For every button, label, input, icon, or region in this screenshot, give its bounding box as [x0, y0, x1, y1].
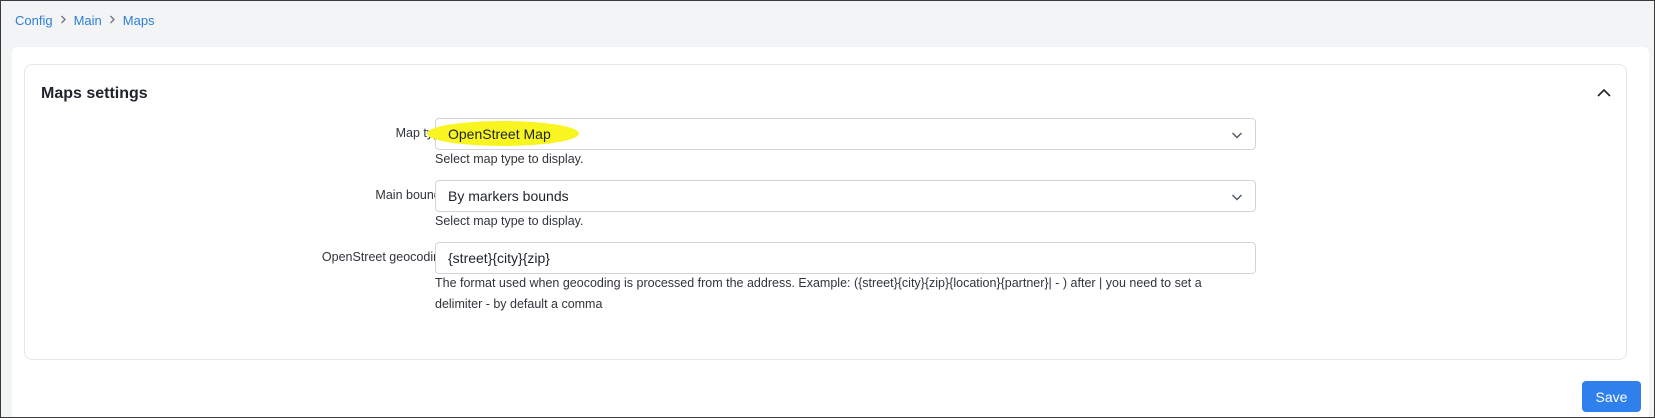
geocoding-value: {street}{city}{zip} — [448, 250, 550, 266]
geocoding-input[interactable]: {street}{city}{zip} — [435, 242, 1256, 274]
main-bounds-select[interactable]: By markers bounds — [435, 180, 1256, 212]
main-bounds-help: Select map type to display. — [435, 214, 584, 228]
chevron-up-icon[interactable] — [1596, 85, 1612, 101]
breadcrumb-main[interactable]: Main — [74, 13, 102, 28]
breadcrumb: Config Main Maps — [15, 13, 155, 28]
map-type-value: OpenStreet Map — [448, 126, 551, 142]
chevron-down-icon — [1232, 132, 1242, 139]
breadcrumb-config[interactable]: Config — [15, 13, 53, 28]
save-button[interactable]: Save — [1582, 381, 1641, 412]
card-title: Maps settings — [41, 85, 148, 102]
geocoding-help: The format used when geocoding is proces… — [435, 276, 1202, 311]
geocoding-label: OpenStreet geocoding — [321, 250, 447, 264]
breadcrumb-maps[interactable]: Maps — [123, 13, 155, 28]
map-type-help: Select map type to display. — [435, 152, 584, 166]
chevron-down-icon — [1232, 194, 1242, 201]
main-bounds-value: By markers bounds — [448, 188, 569, 204]
chevron-right-icon — [60, 15, 67, 27]
chevron-right-icon — [109, 15, 116, 27]
